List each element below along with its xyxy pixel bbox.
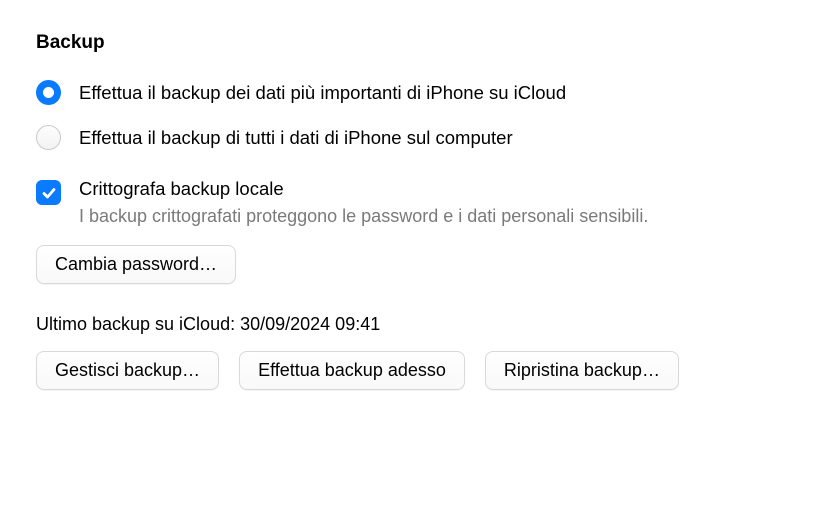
radio-unselected-icon [36,125,61,150]
backup-now-button[interactable]: Effettua backup adesso [239,351,465,390]
radio-selected-icon [36,80,61,105]
radio-row-icloud[interactable]: Effettua il backup dei dati più importan… [36,80,783,105]
radio-row-computer[interactable]: Effettua il backup di tutti i dati di iP… [36,125,783,150]
restore-backup-button[interactable]: Ripristina backup… [485,351,679,390]
backup-button-row: Gestisci backup… Effettua backup adesso … [36,351,783,390]
last-backup-status: Ultimo backup su iCloud: 30/09/2024 09:4… [36,314,783,335]
checkbox-checked-icon [36,180,61,205]
section-title: Backup [36,32,783,54]
checkbox-desc-encrypt: I backup crittografati proteggono le pas… [79,206,648,227]
change-password-button[interactable]: Cambia password… [36,245,236,284]
manage-backup-button[interactable]: Gestisci backup… [36,351,219,390]
radio-label-computer: Effettua il backup di tutti i dati di iP… [79,127,513,149]
checkbox-row-encrypt[interactable]: Crittografa backup locale I backup critt… [36,178,783,227]
checkbox-label-encrypt: Crittografa backup locale [79,178,648,200]
checkbox-content: Crittografa backup locale I backup critt… [79,178,648,227]
radio-label-icloud: Effettua il backup dei dati più importan… [79,82,566,104]
